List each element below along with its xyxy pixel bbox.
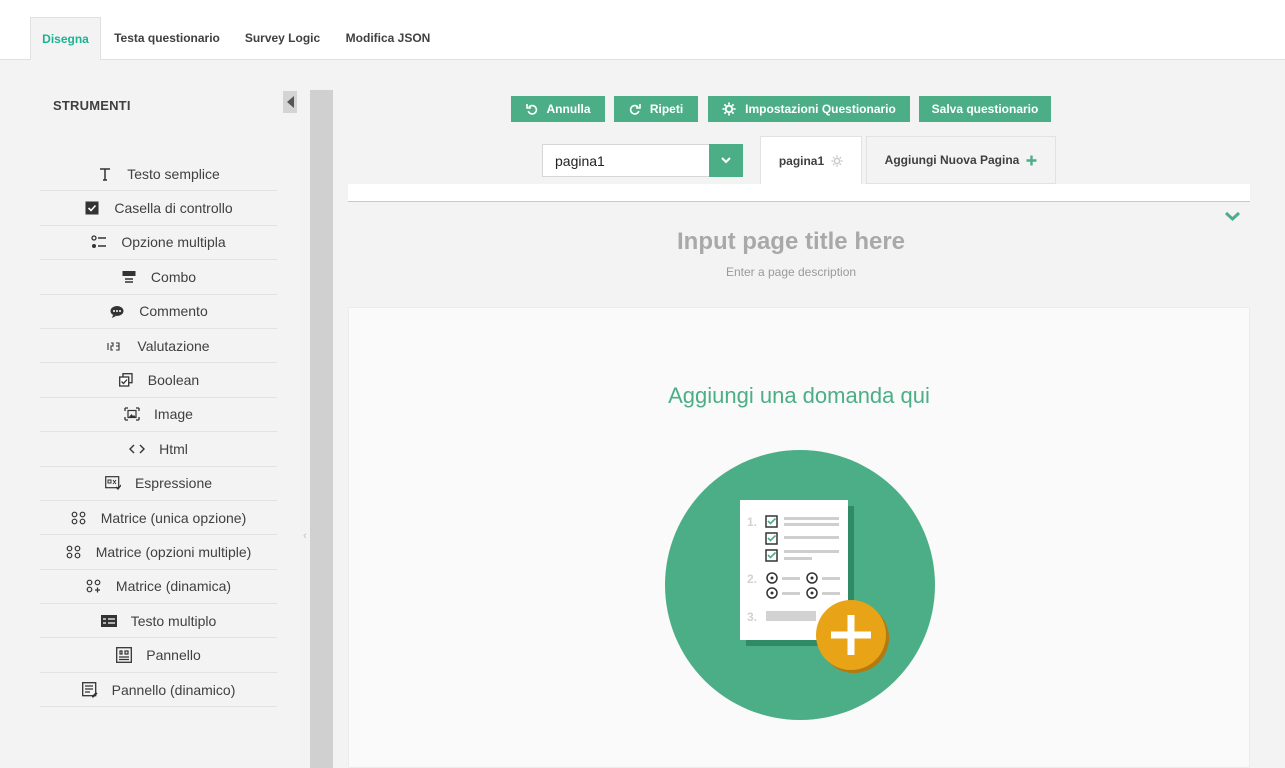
- tool-label: Espressione: [134, 475, 213, 492]
- tool-checkbox[interactable]: Casella di controllo: [40, 191, 277, 226]
- tool-comment[interactable]: Commento: [40, 295, 277, 329]
- toolbox-sidebar: STRUMENTI Testo semplice Casella di cont…: [0, 60, 310, 768]
- page-description-input[interactable]: Enter a page description: [348, 265, 1234, 279]
- plus-icon: [1026, 155, 1037, 165]
- redo-icon: [629, 104, 641, 115]
- expression-icon: [105, 475, 121, 491]
- redo-button[interactable]: Ripeti: [614, 96, 698, 122]
- html-icon: [129, 441, 146, 457]
- save-survey-label: Salva questionario: [931, 102, 1039, 116]
- matrix-icon: [71, 510, 87, 526]
- tool-label: Image: [154, 406, 193, 423]
- tab-edit-json[interactable]: Modifica JSON: [335, 17, 441, 61]
- add-page-label: Aggiungi Nuova Pagina: [884, 153, 1020, 167]
- comment-icon: [109, 303, 125, 319]
- tool-boolean[interactable]: Boolean: [40, 363, 277, 398]
- tool-label: Matrice (unica opzione): [100, 509, 247, 526]
- add-question-illustration-icon: 1. 2. 3.: [665, 450, 935, 720]
- page-title-input[interactable]: Input page title here: [348, 228, 1234, 256]
- gear-icon: [722, 102, 736, 116]
- illustration-number-1: 1.: [747, 515, 757, 529]
- tool-html[interactable]: Html: [40, 432, 277, 467]
- sidebar-splitter[interactable]: [310, 90, 333, 768]
- tool-label: Commento: [139, 303, 208, 320]
- tool-panel[interactable]: Pannello: [40, 638, 277, 673]
- radiogroup-icon: [91, 234, 107, 250]
- matrix-dropdown-icon: [66, 544, 82, 560]
- tool-text[interactable]: Testo semplice: [40, 157, 277, 192]
- tool-label: Matrice (dinamica): [115, 578, 232, 595]
- page-tab-label: pagina1: [778, 153, 825, 168]
- paneldynamic-icon: [81, 681, 98, 698]
- drop-hint-text: Aggiungi una domanda qui: [668, 383, 930, 408]
- tool-label: Matrice (opzioni multiple): [95, 543, 252, 560]
- page-selector-toggle[interactable]: [709, 144, 743, 177]
- tool-label: Valutazione: [137, 337, 210, 354]
- tool-label: Opzione multipla: [121, 234, 226, 251]
- splitter-arrow-icon: ‹: [303, 530, 307, 542]
- matrix-dynamic-icon: [86, 578, 102, 594]
- tool-paneldynamic[interactable]: Pannello (dinamico): [40, 673, 277, 708]
- tool-label: Testo multiplo: [130, 612, 217, 629]
- collapse-sidebar-button[interactable]: [283, 91, 297, 113]
- page-header-bar: [348, 184, 1250, 202]
- save-survey-button[interactable]: Salva questionario: [919, 96, 1051, 122]
- tool-label: Casella di controllo: [114, 200, 233, 217]
- tool-image[interactable]: Image: [40, 398, 277, 433]
- tool-dropdown[interactable]: Combo: [40, 260, 277, 295]
- page-selector-value: pagina1: [555, 153, 605, 169]
- tool-label: Pannello (dinamico): [111, 681, 236, 698]
- toolbox-title: STRUMENTI: [53, 98, 131, 113]
- tool-matrix-dynamic[interactable]: Matrice (dinamica): [40, 570, 277, 605]
- tool-matrix[interactable]: Matrice (unica opzione): [40, 501, 277, 536]
- illustration-number-2: 2.: [747, 572, 757, 586]
- tool-rating[interactable]: Valutazione: [40, 329, 277, 364]
- tool-label: Pannello: [146, 647, 201, 664]
- checkbox-icon: [84, 200, 100, 216]
- survey-settings-label: Impostazioni Questionario: [745, 102, 896, 116]
- tool-multipletext[interactable]: Testo multiplo: [40, 604, 277, 639]
- text-icon: [97, 166, 113, 182]
- rating-icon: [107, 338, 123, 354]
- toolbox-list: Testo semplice Casella di controllo Opzi…: [40, 157, 277, 708]
- boolean-icon: [118, 372, 134, 388]
- image-icon: [124, 406, 140, 422]
- tool-label: Html: [159, 440, 188, 457]
- dropdown-icon: [121, 269, 137, 285]
- redo-label: Ripeti: [649, 102, 684, 116]
- add-page-tab[interactable]: Aggiungi Nuova Pagina: [866, 136, 1056, 184]
- page-settings-gear-icon[interactable]: [831, 154, 843, 167]
- tool-label: Combo: [150, 268, 197, 285]
- multipletext-icon: [100, 613, 117, 629]
- undo-label: Annulla: [546, 102, 591, 116]
- tool-label: Testo semplice: [127, 165, 220, 182]
- tool-label: Boolean: [147, 372, 200, 389]
- top-tab-bar: Disegna Testa questionario Survey Logic …: [0, 0, 1285, 61]
- tab-design[interactable]: Disegna: [30, 17, 101, 61]
- panel-icon: [116, 647, 133, 664]
- chevron-left-icon: [287, 96, 294, 108]
- page-selector[interactable]: pagina1: [542, 144, 743, 177]
- collapse-page-chevron-icon[interactable]: [1224, 211, 1241, 222]
- page-tab-current[interactable]: pagina1: [760, 136, 862, 184]
- tab-survey-logic[interactable]: Survey Logic: [235, 17, 330, 61]
- tool-expression[interactable]: Espressione: [40, 467, 277, 501]
- survey-settings-button[interactable]: Impostazioni Questionario: [708, 96, 910, 122]
- tool-matrix-dropdown[interactable]: Matrice (opzioni multiple): [40, 535, 277, 570]
- tab-test-survey[interactable]: Testa questionario: [104, 17, 230, 61]
- undo-icon: [525, 104, 537, 115]
- illustration-number-3: 3.: [747, 610, 757, 624]
- tool-radiogroup[interactable]: Opzione multipla: [40, 226, 277, 261]
- chevron-down-icon: [721, 157, 731, 164]
- undo-button[interactable]: Annulla: [511, 96, 605, 122]
